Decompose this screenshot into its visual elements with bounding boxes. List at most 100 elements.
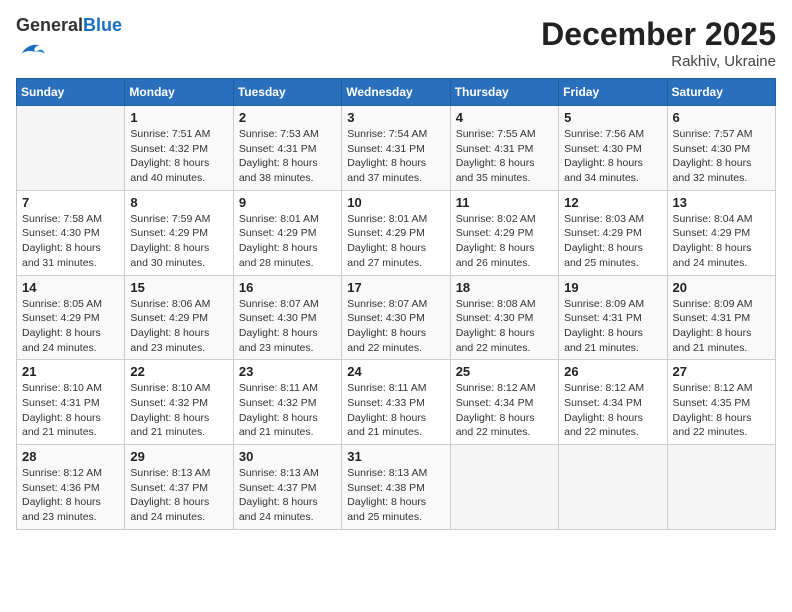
logo-bird-icon — [18, 36, 46, 64]
calendar-cell — [667, 445, 775, 530]
day-number: 22 — [130, 364, 227, 379]
day-info: Sunrise: 8:10 AM Sunset: 4:32 PM Dayligh… — [130, 381, 227, 440]
day-number: 9 — [239, 195, 336, 210]
day-info: Sunrise: 7:58 AM Sunset: 4:30 PM Dayligh… — [22, 212, 119, 271]
calendar-cell: 28Sunrise: 8:12 AM Sunset: 4:36 PM Dayli… — [17, 445, 125, 530]
calendar-cell: 13Sunrise: 8:04 AM Sunset: 4:29 PM Dayli… — [667, 190, 775, 275]
calendar-week-row: 28Sunrise: 8:12 AM Sunset: 4:36 PM Dayli… — [17, 445, 776, 530]
day-number: 30 — [239, 449, 336, 464]
day-info: Sunrise: 8:07 AM Sunset: 4:30 PM Dayligh… — [239, 297, 336, 356]
calendar-cell: 15Sunrise: 8:06 AM Sunset: 4:29 PM Dayli… — [125, 275, 233, 360]
day-info: Sunrise: 8:12 AM Sunset: 4:34 PM Dayligh… — [564, 381, 661, 440]
calendar-cell: 24 Sunrise: 8:11 AM Sunset: 4:33 PM Dayli… — [342, 360, 450, 445]
day-number: 4 — [456, 110, 553, 125]
day-number: 25 — [456, 364, 553, 379]
page-header: GeneralBlue December 2025 Rakhiv, Ukrain… — [16, 16, 776, 70]
weekday-header-saturday: Saturday — [667, 79, 775, 106]
day-info: Sunrise: 8:07 AM Sunset: 4:30 PM Dayligh… — [347, 297, 444, 356]
logo-blue-text: Blue — [83, 15, 122, 35]
day-number: 16 — [239, 280, 336, 295]
day-number: 20 — [673, 280, 770, 295]
calendar-cell: 21 Sunrise: 8:10 AM Sunset: 4:31 PM Dayli… — [17, 360, 125, 445]
calendar-cell: 11 Sunrise: 8:02 AM Sunset: 4:29 PM Dayli… — [450, 190, 558, 275]
weekday-header-thursday: Thursday — [450, 79, 558, 106]
day-info: Sunrise: 7:53 AM Sunset: 4:31 PM Dayligh… — [239, 127, 336, 186]
weekday-header-wednesday: Wednesday — [342, 79, 450, 106]
weekday-header-friday: Friday — [559, 79, 667, 106]
day-info: Sunrise: 8:03 AM Sunset: 4:29 PM Dayligh… — [564, 212, 661, 271]
day-number: 13 — [673, 195, 770, 210]
day-info: Sunrise: 8:11 AM Sunset: 4:33 PM Dayligh… — [347, 381, 444, 440]
day-number: 6 — [673, 110, 770, 125]
day-number: 18 — [456, 280, 553, 295]
calendar-cell — [559, 445, 667, 530]
day-info: Sunrise: 8:09 AM Sunset: 4:31 PM Dayligh… — [673, 297, 770, 356]
calendar-week-row: 21 Sunrise: 8:10 AM Sunset: 4:31 PM Dayli… — [17, 360, 776, 445]
calendar-cell: 10 Sunrise: 8:01 AM Sunset: 4:29 PM Dayli… — [342, 190, 450, 275]
day-info: Sunrise: 8:05 AM Sunset: 4:29 PM Dayligh… — [22, 297, 119, 356]
calendar-cell: 4 Sunrise: 7:55 AM Sunset: 4:31 PM Daylig… — [450, 106, 558, 191]
calendar-cell: 6Sunrise: 7:57 AM Sunset: 4:30 PM Daylig… — [667, 106, 775, 191]
day-info: Sunrise: 7:56 AM Sunset: 4:30 PM Dayligh… — [564, 127, 661, 186]
calendar-table: SundayMondayTuesdayWednesdayThursdayFrid… — [16, 78, 776, 530]
day-number: 7 — [22, 195, 119, 210]
day-number: 23 — [239, 364, 336, 379]
calendar-cell: 2 Sunrise: 7:53 AM Sunset: 4:31 PM Daylig… — [233, 106, 341, 191]
calendar-cell: 3Sunrise: 7:54 AM Sunset: 4:31 PM Daylig… — [342, 106, 450, 191]
calendar-week-row: 1 Sunrise: 7:51 AM Sunset: 4:32 PM Daylig… — [17, 106, 776, 191]
day-info: Sunrise: 8:13 AM Sunset: 4:38 PM Dayligh… — [347, 466, 444, 525]
calendar-cell: 12 Sunrise: 8:03 AM Sunset: 4:29 PM Dayli… — [559, 190, 667, 275]
day-info: Sunrise: 8:01 AM Sunset: 4:29 PM Dayligh… — [239, 212, 336, 271]
day-number: 24 — [347, 364, 444, 379]
logo: GeneralBlue — [16, 16, 122, 69]
month-title: December 2025 — [541, 16, 776, 53]
calendar-cell: 25 Sunrise: 8:12 AM Sunset: 4:34 PM Dayli… — [450, 360, 558, 445]
day-number: 11 — [456, 195, 553, 210]
calendar-cell: 23Sunrise: 8:11 AM Sunset: 4:32 PM Dayli… — [233, 360, 341, 445]
day-info: Sunrise: 7:59 AM Sunset: 4:29 PM Dayligh… — [130, 212, 227, 271]
day-number: 19 — [564, 280, 661, 295]
day-info: Sunrise: 8:02 AM Sunset: 4:29 PM Dayligh… — [456, 212, 553, 271]
calendar-cell: 31 Sunrise: 8:13 AM Sunset: 4:38 PM Dayli… — [342, 445, 450, 530]
day-number: 12 — [564, 195, 661, 210]
calendar-cell: 9 Sunrise: 8:01 AM Sunset: 4:29 PM Daylig… — [233, 190, 341, 275]
calendar-cell: 22 Sunrise: 8:10 AM Sunset: 4:32 PM Dayli… — [125, 360, 233, 445]
title-block: December 2025 Rakhiv, Ukraine — [541, 16, 776, 70]
day-number: 1 — [130, 110, 227, 125]
calendar-cell: 26 Sunrise: 8:12 AM Sunset: 4:34 PM Dayli… — [559, 360, 667, 445]
calendar-cell: 7 Sunrise: 7:58 AM Sunset: 4:30 PM Daylig… — [17, 190, 125, 275]
day-info: Sunrise: 7:51 AM Sunset: 4:32 PM Dayligh… — [130, 127, 227, 186]
day-info: Sunrise: 8:09 AM Sunset: 4:31 PM Dayligh… — [564, 297, 661, 356]
day-info: Sunrise: 8:01 AM Sunset: 4:29 PM Dayligh… — [347, 212, 444, 271]
day-info: Sunrise: 7:55 AM Sunset: 4:31 PM Dayligh… — [456, 127, 553, 186]
day-number: 2 — [239, 110, 336, 125]
calendar-cell: 27Sunrise: 8:12 AM Sunset: 4:35 PM Dayli… — [667, 360, 775, 445]
day-info: Sunrise: 8:12 AM Sunset: 4:35 PM Dayligh… — [673, 381, 770, 440]
calendar-cell: 1 Sunrise: 7:51 AM Sunset: 4:32 PM Daylig… — [125, 106, 233, 191]
calendar-week-row: 14 Sunrise: 8:05 AM Sunset: 4:29 PM Dayli… — [17, 275, 776, 360]
weekday-header-sunday: Sunday — [17, 79, 125, 106]
calendar-cell: 8 Sunrise: 7:59 AM Sunset: 4:29 PM Daylig… — [125, 190, 233, 275]
calendar-week-row: 7 Sunrise: 7:58 AM Sunset: 4:30 PM Daylig… — [17, 190, 776, 275]
day-info: Sunrise: 8:12 AM Sunset: 4:34 PM Dayligh… — [456, 381, 553, 440]
calendar-cell: 19 Sunrise: 8:09 AM Sunset: 4:31 PM Dayli… — [559, 275, 667, 360]
day-info: Sunrise: 8:06 AM Sunset: 4:29 PM Dayligh… — [130, 297, 227, 356]
day-number: 31 — [347, 449, 444, 464]
calendar-cell: 5 Sunrise: 7:56 AM Sunset: 4:30 PM Daylig… — [559, 106, 667, 191]
day-number: 8 — [130, 195, 227, 210]
calendar-cell — [450, 445, 558, 530]
day-number: 14 — [22, 280, 119, 295]
day-number: 3 — [347, 110, 444, 125]
day-number: 10 — [347, 195, 444, 210]
day-number: 5 — [564, 110, 661, 125]
calendar-cell: 18Sunrise: 8:08 AM Sunset: 4:30 PM Dayli… — [450, 275, 558, 360]
day-info: Sunrise: 8:12 AM Sunset: 4:36 PM Dayligh… — [22, 466, 119, 525]
day-number: 26 — [564, 364, 661, 379]
day-number: 21 — [22, 364, 119, 379]
day-number: 17 — [347, 280, 444, 295]
location-subtitle: Rakhiv, Ukraine — [541, 53, 776, 70]
weekday-header-tuesday: Tuesday — [233, 79, 341, 106]
day-number: 29 — [130, 449, 227, 464]
calendar-cell: 17 Sunrise: 8:07 AM Sunset: 4:30 PM Dayli… — [342, 275, 450, 360]
day-info: Sunrise: 8:10 AM Sunset: 4:31 PM Dayligh… — [22, 381, 119, 440]
